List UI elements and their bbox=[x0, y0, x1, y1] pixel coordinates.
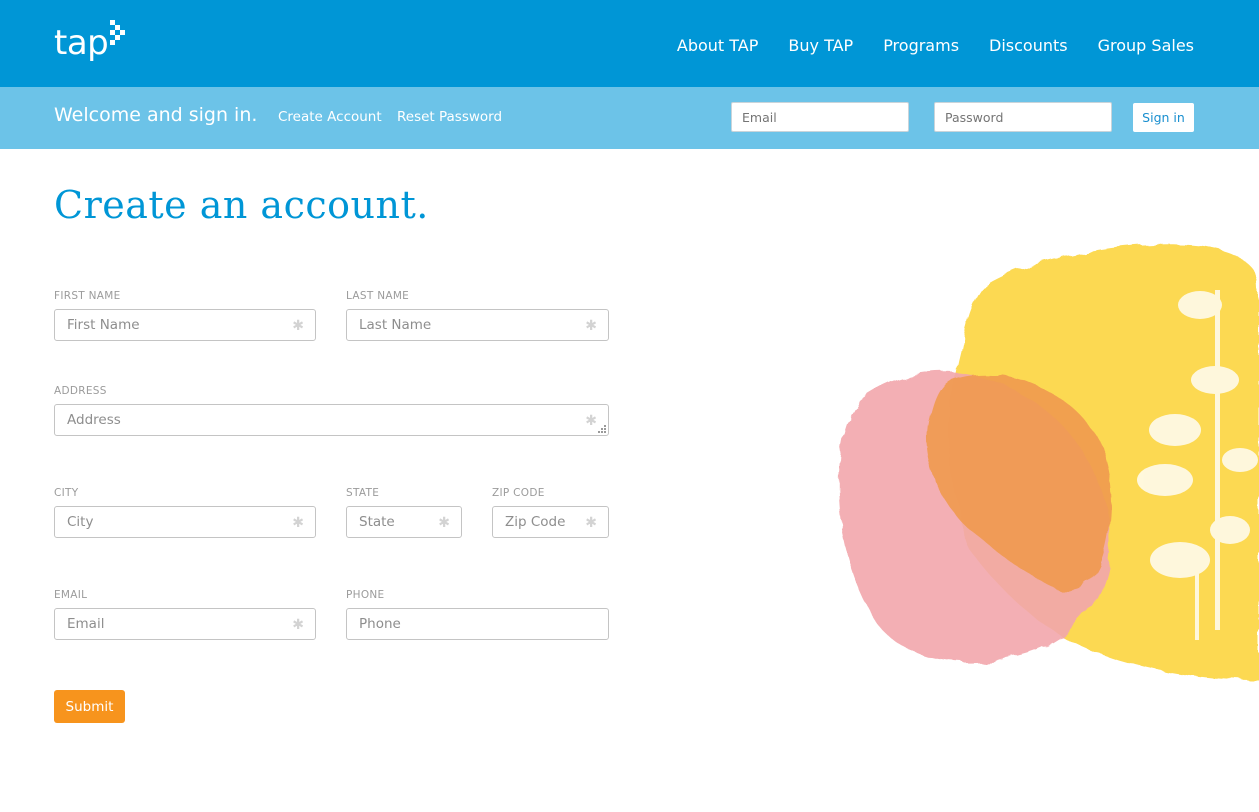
last-name-label: LAST NAME bbox=[346, 290, 410, 302]
nav-buy-tap[interactable]: Buy TAP bbox=[788, 36, 853, 55]
last-name-input[interactable] bbox=[347, 310, 608, 340]
nav-discounts[interactable]: Discounts bbox=[989, 36, 1068, 55]
phone-field bbox=[346, 608, 609, 640]
first-name-field: ✱ bbox=[54, 309, 316, 341]
resize-handle-icon[interactable] bbox=[598, 425, 606, 433]
phone-input[interactable] bbox=[347, 609, 608, 639]
required-asterisk-icon: ✱ bbox=[585, 318, 597, 334]
signin-bar: Welcome and sign in. Create Account Rese… bbox=[0, 87, 1259, 149]
email-field: ✱ bbox=[54, 608, 316, 640]
city-label: CITY bbox=[54, 487, 79, 499]
submit-button[interactable]: Submit bbox=[54, 690, 125, 723]
address-textarea[interactable] bbox=[55, 405, 608, 435]
main-nav: About TAP Buy TAP Programs Discounts Gro… bbox=[647, 36, 1194, 55]
top-navigation-bar: tap About TAP Buy TAP Programs Discounts… bbox=[0, 0, 1259, 87]
required-asterisk-icon: ✱ bbox=[585, 515, 597, 531]
signin-password-input[interactable] bbox=[934, 102, 1112, 132]
city-field: ✱ bbox=[54, 506, 316, 538]
required-asterisk-icon: ✱ bbox=[585, 413, 597, 429]
zip-code-field: ✱ bbox=[492, 506, 609, 538]
watercolor-flower-illustration bbox=[838, 244, 1259, 680]
nav-group-sales[interactable]: Group Sales bbox=[1098, 36, 1194, 55]
phone-label: PHONE bbox=[346, 589, 385, 601]
zip-code-label: ZIP CODE bbox=[492, 487, 545, 499]
state-label: STATE bbox=[346, 487, 380, 499]
email-input[interactable] bbox=[55, 609, 315, 639]
first-name-label: FIRST NAME bbox=[54, 290, 121, 302]
last-name-field: ✱ bbox=[346, 309, 609, 341]
email-label: EMAIL bbox=[54, 589, 88, 601]
required-asterisk-icon: ✱ bbox=[292, 515, 304, 531]
reset-password-link[interactable]: Reset Password bbox=[397, 109, 502, 125]
required-asterisk-icon: ✱ bbox=[292, 318, 304, 334]
required-asterisk-icon: ✱ bbox=[292, 617, 304, 633]
nav-about-tap[interactable]: About TAP bbox=[677, 36, 759, 55]
tap-logo[interactable]: tap bbox=[54, 26, 109, 60]
logo-pixel-arrow-icon bbox=[110, 20, 130, 48]
nav-programs[interactable]: Programs bbox=[883, 36, 959, 55]
page-title: Create an account. bbox=[54, 183, 429, 227]
address-field: ✱ bbox=[54, 404, 609, 436]
first-name-input[interactable] bbox=[55, 310, 315, 340]
signin-email-input[interactable] bbox=[731, 102, 909, 132]
sign-in-button[interactable]: Sign in bbox=[1133, 103, 1194, 132]
state-field: ✱ bbox=[346, 506, 462, 538]
city-input[interactable] bbox=[55, 507, 315, 537]
create-account-link[interactable]: Create Account bbox=[278, 109, 382, 125]
address-label: ADDRESS bbox=[54, 385, 107, 397]
required-asterisk-icon: ✱ bbox=[438, 515, 450, 531]
welcome-text: Welcome and sign in. bbox=[54, 104, 258, 126]
